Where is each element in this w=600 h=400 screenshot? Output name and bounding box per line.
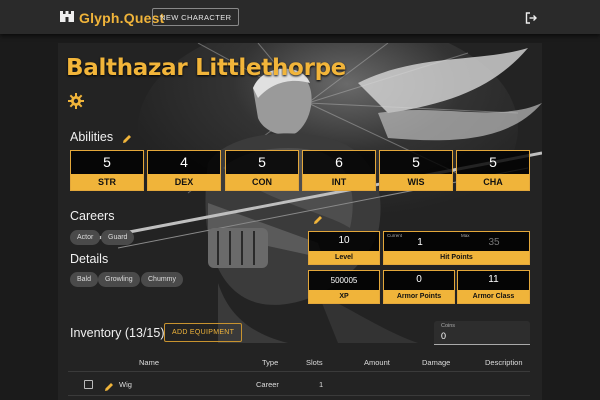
table-divider <box>68 371 530 372</box>
add-equipment-button[interactable]: ADD EQUIPMENT <box>164 323 243 342</box>
hp-max-value: 35 <box>488 237 500 248</box>
stat-label: DEX <box>148 174 220 190</box>
column-header-type[interactable]: Type <box>262 358 278 367</box>
column-header-amount[interactable]: Amount <box>364 358 390 367</box>
item-slots: 1 <box>319 380 324 389</box>
stat-int[interactable]: 6 INT <box>302 150 376 191</box>
stat-cha[interactable]: 5 CHA <box>456 150 530 191</box>
stat-label: INT <box>303 174 375 190</box>
stat-value: 4 <box>180 154 188 170</box>
coins-value: 0 <box>441 331 447 341</box>
table-divider <box>68 395 530 396</box>
armor-points-label: Armor Points <box>384 290 454 303</box>
stat-value: 6 <box>335 154 343 170</box>
hit-points-box: Current 1 Max 35 Hit Points <box>383 231 530 265</box>
xp-value: 500005 <box>330 276 358 285</box>
character-sheet: Balthazar Littlethorpe Abilities 5 STR 4… <box>58 43 542 400</box>
stat-label: CON <box>226 174 298 190</box>
app-bar: Glyph.Quest NEW CHARACTER <box>0 0 600 34</box>
hp-max-field[interactable]: Max 35 <box>458 232 530 252</box>
inventory-title: Inventory (13/15) <box>70 326 165 340</box>
armor-points-value: 0 <box>416 274 422 285</box>
level-box[interactable]: 10 Level <box>308 231 380 265</box>
stat-label: CHA <box>457 174 529 190</box>
stat-label: WIS <box>380 174 452 190</box>
item-name: Wig <box>119 380 132 389</box>
character-name: Balthazar Littlethorpe <box>66 55 347 81</box>
stat-str[interactable]: 5 STR <box>70 150 144 191</box>
detail-chip[interactable]: Growling <box>98 272 140 287</box>
coins-field[interactable]: Coins 0 <box>434 321 530 345</box>
new-character-button[interactable]: NEW CHARACTER <box>152 8 240 26</box>
row-checkbox[interactable] <box>84 380 93 389</box>
xp-label: XP <box>309 290 379 303</box>
level-value: 10 <box>338 235 350 246</box>
stat-label: STR <box>71 174 143 190</box>
stat-value: 5 <box>103 154 111 170</box>
hp-current-value: 1 <box>417 237 423 248</box>
stat-dex[interactable]: 4 DEX <box>147 150 221 191</box>
stat-value: 5 <box>489 154 497 170</box>
detail-chip[interactable]: Bald <box>70 272 99 287</box>
coins-label: Coins <box>441 323 456 329</box>
logout-icon[interactable] <box>525 11 537 29</box>
stat-value: 5 <box>412 154 420 170</box>
careers-title: Careers <box>70 209 115 223</box>
armor-class-label: Armor Class <box>458 290 529 303</box>
stat-con[interactable]: 5 CON <box>225 150 299 191</box>
detail-chip[interactable]: Chummy <box>141 272 184 287</box>
level-label: Level <box>309 251 379 264</box>
logo[interactable]: Glyph.Quest <box>60 9 164 27</box>
edit-vitals-icon[interactable] <box>313 212 323 230</box>
column-header-name[interactable]: Name <box>139 358 159 367</box>
column-header-description[interactable]: Description <box>485 358 523 367</box>
hit-points-label: Hit Points <box>384 251 529 264</box>
column-header-damage[interactable]: Damage <box>422 358 450 367</box>
edit-abilities-icon[interactable] <box>122 131 132 149</box>
castle-icon <box>60 9 74 27</box>
xp-box[interactable]: 500005 XP <box>308 270 380 304</box>
stat-wis[interactable]: 5 WIS <box>379 150 453 191</box>
item-type: Career <box>256 380 279 389</box>
gear-icon[interactable] <box>68 93 84 114</box>
career-chip[interactable]: Actor <box>70 230 101 245</box>
abilities-title: Abilities <box>70 130 114 144</box>
armor-class-value: 11 <box>488 274 499 285</box>
hp-current-field[interactable]: Current 1 <box>384 232 456 252</box>
column-header-slots[interactable]: Slots <box>306 358 323 367</box>
stat-value: 5 <box>258 154 266 170</box>
armor-points-box[interactable]: 0 Armor Points <box>383 270 455 304</box>
career-chip[interactable]: Guard <box>101 230 135 245</box>
armor-class-box[interactable]: 11 Armor Class <box>457 270 530 304</box>
details-title: Details <box>70 252 109 266</box>
